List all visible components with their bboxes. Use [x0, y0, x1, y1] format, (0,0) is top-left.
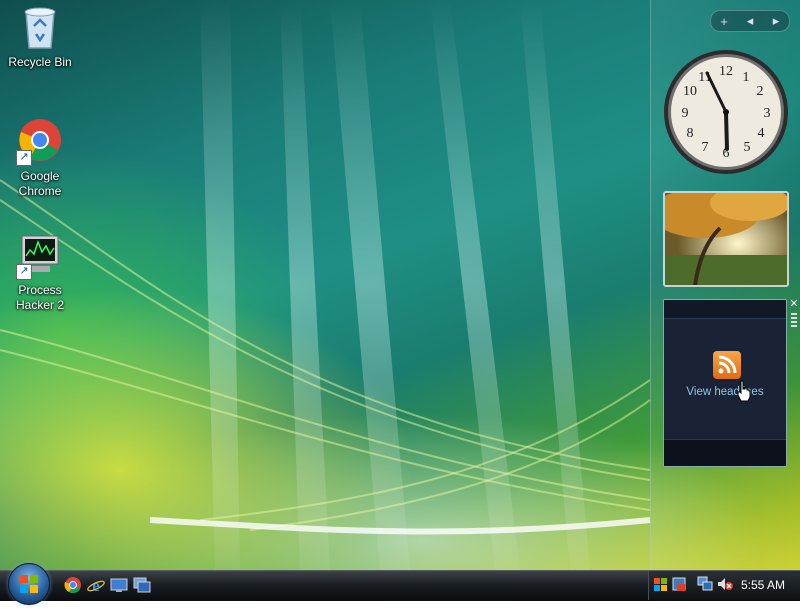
- chrome-icon: ↗: [16, 118, 64, 166]
- svg-text:4: 4: [758, 126, 765, 141]
- feed-headlines-gadget[interactable]: View headlines: [663, 299, 787, 467]
- svg-text:8: 8: [687, 126, 694, 141]
- windows-logo-icon: [20, 575, 38, 593]
- sidebar-controls: + ◂ ▸: [710, 10, 790, 32]
- previous-gadgets-button[interactable]: ◂: [740, 13, 760, 29]
- svg-text:9: 9: [682, 106, 689, 121]
- windows-security-icon[interactable]: [653, 576, 669, 592]
- svg-text:7: 7: [702, 140, 709, 155]
- network-icon[interactable]: [697, 576, 713, 592]
- mouse-pointer-hand-icon: [737, 380, 751, 407]
- process-hacker-icon: ↗: [16, 232, 64, 280]
- desktop-icon-google-chrome[interactable]: ↗ Google Chrome: [2, 118, 78, 199]
- start-button[interactable]: [8, 563, 50, 605]
- shortcut-arrow-icon: ↗: [16, 150, 32, 166]
- add-gadget-button[interactable]: +: [714, 14, 734, 29]
- svg-text:1: 1: [743, 70, 750, 85]
- svg-text:e: e: [92, 576, 100, 594]
- desktop-icon-label: Process Hacker 2: [15, 283, 65, 312]
- view-headlines-link[interactable]: View headlines: [664, 386, 786, 398]
- desktop-icon-label: Google Chrome: [18, 169, 62, 198]
- switch-windows-icon[interactable]: [133, 576, 151, 594]
- next-gadgets-button[interactable]: ▸: [766, 13, 786, 29]
- desktop-icon-recycle-bin[interactable]: Recycle Bin: [2, 4, 78, 70]
- close-gadget-icon[interactable]: ✕: [789, 299, 799, 310]
- clock-gadget[interactable]: 12 1 2 3 4 5 6 7 8 9 10 11: [663, 49, 789, 175]
- security-alert-icon[interactable]: [671, 576, 687, 592]
- chrome-icon[interactable]: [64, 576, 82, 594]
- shortcut-arrow-icon: ↗: [16, 264, 32, 280]
- slideshow-gadget[interactable]: [663, 191, 789, 287]
- drag-handle-icon[interactable]: [791, 313, 797, 327]
- svg-text:5: 5: [744, 140, 751, 155]
- svg-text:10: 10: [683, 84, 697, 99]
- volume-muted-icon[interactable]: [717, 576, 733, 592]
- taskbar-clock[interactable]: 5:55 AM: [741, 578, 785, 592]
- svg-text:3: 3: [764, 106, 771, 121]
- svg-text:2: 2: [757, 84, 764, 99]
- internet-explorer-icon[interactable]: e: [87, 576, 105, 595]
- system-tray: 5:55 AM: [648, 571, 800, 600]
- recycle-bin-icon: [16, 4, 64, 52]
- desktop-icon-label: Recycle Bin: [8, 55, 72, 69]
- show-desktop-icon[interactable]: [110, 576, 128, 594]
- desktop-icon-process-hacker[interactable]: ↗ Process Hacker 2: [2, 232, 78, 313]
- svg-text:12: 12: [719, 64, 733, 79]
- rss-feed-icon: [713, 351, 741, 379]
